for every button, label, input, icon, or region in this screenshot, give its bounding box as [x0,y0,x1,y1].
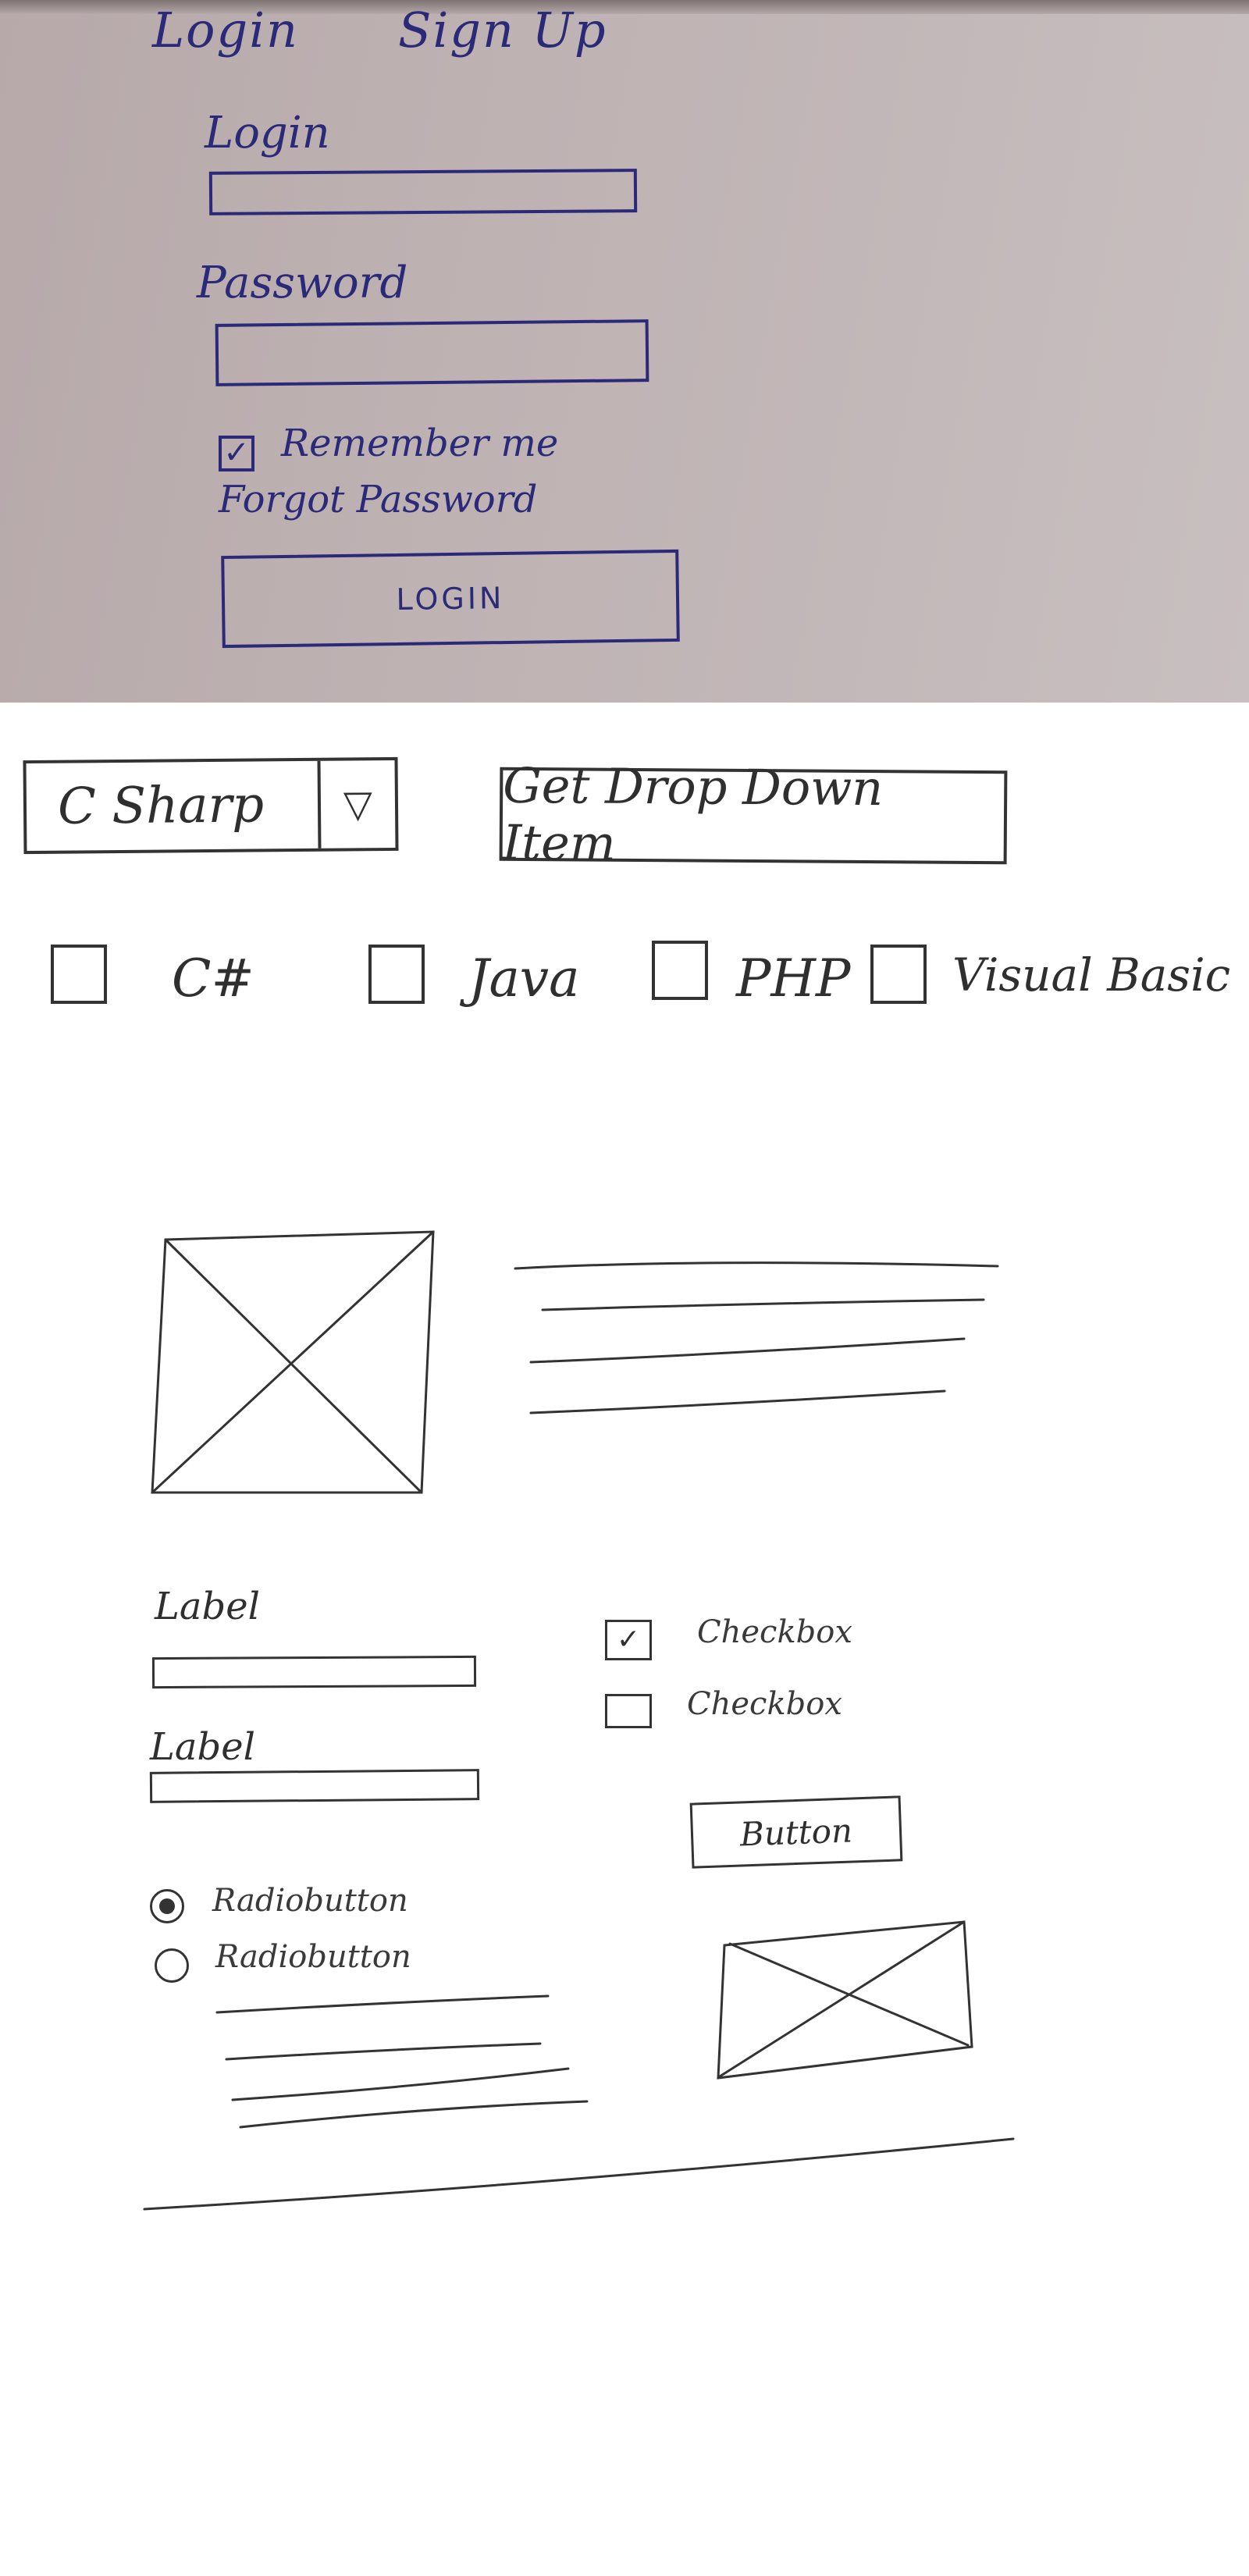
image-placeholder-icon [151,1230,435,1494]
text-placeholder-line [541,1298,985,1311]
form-label-2: Label [150,1725,255,1769]
small-image-placeholder-icon [717,1920,973,2080]
section-divider [143,2137,1015,2211]
checkbox-visual-basic-label: Visual Basic [952,948,1231,1002]
password-field-label: Password [197,258,408,308]
remember-me-label: Remember me [281,422,559,465]
checkbox-2[interactable] [605,1694,652,1728]
radio-button-2-label: Radiobutton [215,1939,411,1975]
checkbox-java-label: Java [468,948,580,1009]
checkbox-visual-basic[interactable] [870,945,927,1004]
remember-me-checkbox[interactable]: ✓ [219,436,254,471]
language-dropdown[interactable]: C Sharp ▽ [23,756,399,855]
tab-sign-up[interactable]: Sign Up [398,2,607,59]
checkbox-csharp[interactable] [51,945,107,1004]
radio-button-2[interactable] [155,1948,189,1983]
checkbox-csharp-label: C# [172,948,254,1009]
radio-button-1[interactable] [150,1889,184,1923]
text-placeholder-line [529,1389,946,1414]
checkbox-1[interactable]: ✓ [605,1620,652,1660]
text-placeholder-line [215,1994,550,2014]
forgot-password-link[interactable]: Forgot Password [219,478,537,521]
dropdown-selected-value: C Sharp [57,776,265,836]
dropdown-arrow-icon[interactable]: ▽ [317,760,396,849]
login-input[interactable] [208,169,638,215]
form-label-1: Label [155,1585,260,1628]
form-button[interactable]: Button [689,1795,903,1869]
check-icon: ✓ [223,435,250,471]
tab-login[interactable]: Login [152,2,299,59]
checkbox-php[interactable] [652,941,708,1000]
checkbox-1-label: Checkbox [697,1614,852,1650]
text-placeholder-line [231,2067,570,2101]
password-input[interactable] [215,319,649,386]
get-dropdown-item-button[interactable]: Get Drop Down Item [499,757,1008,872]
get-dropdown-item-label: Get Drop Down Item [502,756,884,872]
check-icon: ✓ [616,1624,641,1656]
login-button-label: LOGIN [396,581,505,617]
text-placeholder-line [239,2100,589,2129]
checkbox-2-label: Checkbox [687,1686,842,1722]
checkbox-java[interactable] [368,945,425,1004]
text-placeholder-line [225,2042,542,2061]
text-placeholder-line [514,1261,999,1270]
text-input-1[interactable] [151,1655,477,1689]
checkbox-php-label: PHP [736,948,851,1009]
radio-button-1-label: Radiobutton [212,1883,408,1919]
login-sketch-photo: Login Sign Up Login Password ✓ Remember … [0,0,1249,703]
login-button[interactable]: LOGIN [221,549,680,649]
text-placeholder-line [529,1337,966,1364]
form-button-label: Button [739,1811,853,1853]
login-field-label: Login [205,108,330,158]
text-input-2[interactable] [149,1769,480,1803]
